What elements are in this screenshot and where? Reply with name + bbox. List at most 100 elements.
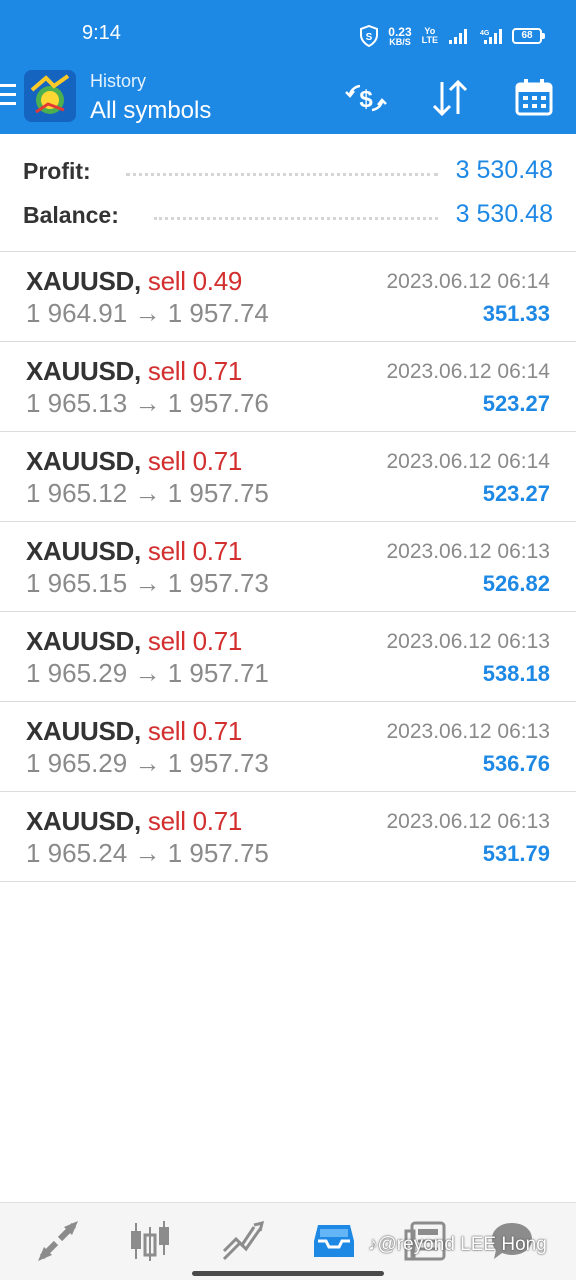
profit-value: 3 530.48 [455,156,553,184]
deal-header: XAUUSD, sell 0.71 [26,356,242,387]
deal-side: sell [147,446,186,476]
deposit-dollar-icon[interactable]: $ [344,76,388,120]
deal-volume: 0.71 [192,626,243,656]
deal-profit: 526.82 [482,571,550,596]
deal-symbol: XAUUSD [26,626,134,656]
mt-logo-icon[interactable] [24,70,76,122]
deal-list: XAUUSD, sell 0.49 1 964.91 → 1 957.74 20… [0,252,576,882]
shield-icon: S [360,25,379,47]
deal-symbol: XAUUSD [26,266,134,296]
deal-header: XAUUSD, sell 0.71 [26,446,242,477]
status-time: 9:14 [82,22,121,44]
deal-prices: 1 965.29 → 1 957.73 [26,748,269,779]
deal-volume: 0.71 [192,536,243,566]
profit-label: Profit: [23,158,91,184]
dotted-leader [126,172,438,176]
deal-symbol: XAUUSD [26,716,134,746]
summary-panel: Profit: 3 530.48 Balance: 3 530.48 [0,134,576,252]
deal-time: 2023.06.12 06:13 [386,720,551,743]
deal-comma: , [134,356,141,386]
deal-row[interactable]: XAUUSD, sell 0.71 1 965.13 → 1 957.76 20… [0,342,576,432]
sort-arrows-icon[interactable] [428,76,472,120]
deal-header: XAUUSD, sell 0.49 [26,266,242,297]
deal-row[interactable]: XAUUSD, sell 0.71 1 965.12 → 1 957.75 20… [0,432,576,522]
battery-icon: 68 [512,28,545,44]
deal-comma: , [134,626,141,656]
close-price: 1 957.76 [167,388,269,418]
network-speed: 0.23 KB/S [388,26,411,47]
open-price: 1 965.29 [26,658,128,688]
deal-time: 2023.06.12 06:14 [386,270,551,293]
history-inbox-icon[interactable] [310,1219,358,1263]
deal-prices: 1 965.15 → 1 957.73 [26,568,269,599]
deal-row[interactable]: XAUUSD, sell 0.49 1 964.91 → 1 957.74 20… [0,252,576,342]
deal-row[interactable]: XAUUSD, sell 0.71 1 965.24 → 1 957.75 20… [0,792,576,882]
deal-header: XAUUSD, sell 0.71 [26,626,242,657]
home-indicator[interactable] [192,1271,384,1276]
deal-header: XAUUSD, sell 0.71 [26,716,242,747]
deal-side: sell [147,536,186,566]
deal-volume: 0.49 [192,266,243,296]
page-subtitle: History [90,71,147,91]
deal-side: sell [147,716,186,746]
status-icons: S 0.23 KB/S Yo LTE 4G 68 [360,22,545,50]
signal-icon [449,29,467,44]
arrow-icon: → [134,658,161,688]
deal-volume: 0.71 [192,716,243,746]
arrow-icon: → [134,748,161,778]
deal-profit: 351.33 [482,301,550,326]
balance-row: Balance: 3 530.48 [0,194,576,234]
deal-comma: , [134,806,141,836]
deal-row[interactable]: XAUUSD, sell 0.71 1 965.29 → 1 957.71 20… [0,612,576,702]
app-bar: History All symbols $ [0,64,576,134]
network-speed-value: 0.23 [388,24,412,39]
trade-icon[interactable] [218,1219,266,1263]
open-price: 1 965.15 [26,568,128,598]
open-price: 1 965.29 [26,748,128,778]
deal-symbol: XAUUSD [26,446,134,476]
deal-time: 2023.06.12 06:13 [386,810,551,833]
open-price: 1 964.91 [26,298,128,328]
deal-symbol: XAUUSD [26,806,134,836]
close-price: 1 957.73 [167,748,269,778]
page-title[interactable]: All symbols [90,96,211,126]
balance-value: 3 530.48 [455,200,553,228]
calendar-icon[interactable] [512,76,556,120]
arrow-icon: → [134,388,161,418]
deal-symbol: XAUUSD [26,536,134,566]
menu-icon[interactable] [0,84,18,110]
deal-profit: 536.76 [482,751,550,776]
deal-side: sell [147,266,186,296]
deal-comma: , [134,266,141,296]
dotted-leader [154,216,438,220]
close-price: 1 957.75 [167,838,269,868]
deal-prices: 1 965.12 → 1 957.75 [26,478,269,509]
deal-volume: 0.71 [192,806,243,836]
balance-label: Balance: [23,202,119,228]
deal-comma: , [134,446,141,476]
chart-candles-icon[interactable] [126,1219,174,1263]
deal-time: 2023.06.12 06:13 [386,540,551,563]
deal-header: XAUUSD, sell 0.71 [26,536,242,567]
close-price: 1 957.71 [167,658,269,688]
deal-side: sell [147,626,186,656]
deal-row[interactable]: XAUUSD, sell 0.71 1 965.29 → 1 957.73 20… [0,702,576,792]
status-bar: 9:14 S 0.23 KB/S Yo LTE 4G 68 [0,0,576,64]
deal-profit: 531.79 [482,841,550,866]
arrow-icon: → [134,838,161,868]
profit-row: Profit: 3 530.48 [0,150,576,190]
quotes-icon[interactable] [34,1219,82,1263]
deal-volume: 0.71 [192,356,243,386]
deal-time: 2023.06.12 06:14 [386,450,551,473]
deal-profit: 523.27 [482,481,550,506]
deal-header: XAUUSD, sell 0.71 [26,806,242,837]
deal-time: 2023.06.12 06:14 [386,360,551,383]
deal-row[interactable]: XAUUSD, sell 0.71 1 965.15 → 1 957.73 20… [0,522,576,612]
open-price: 1 965.12 [26,478,128,508]
deal-comma: , [134,716,141,746]
open-price: 1 965.24 [26,838,128,868]
close-price: 1 957.75 [167,478,269,508]
deal-volume: 0.71 [192,446,243,476]
signal-4g-icon: 4G [480,29,502,44]
deal-comma: , [134,536,141,566]
